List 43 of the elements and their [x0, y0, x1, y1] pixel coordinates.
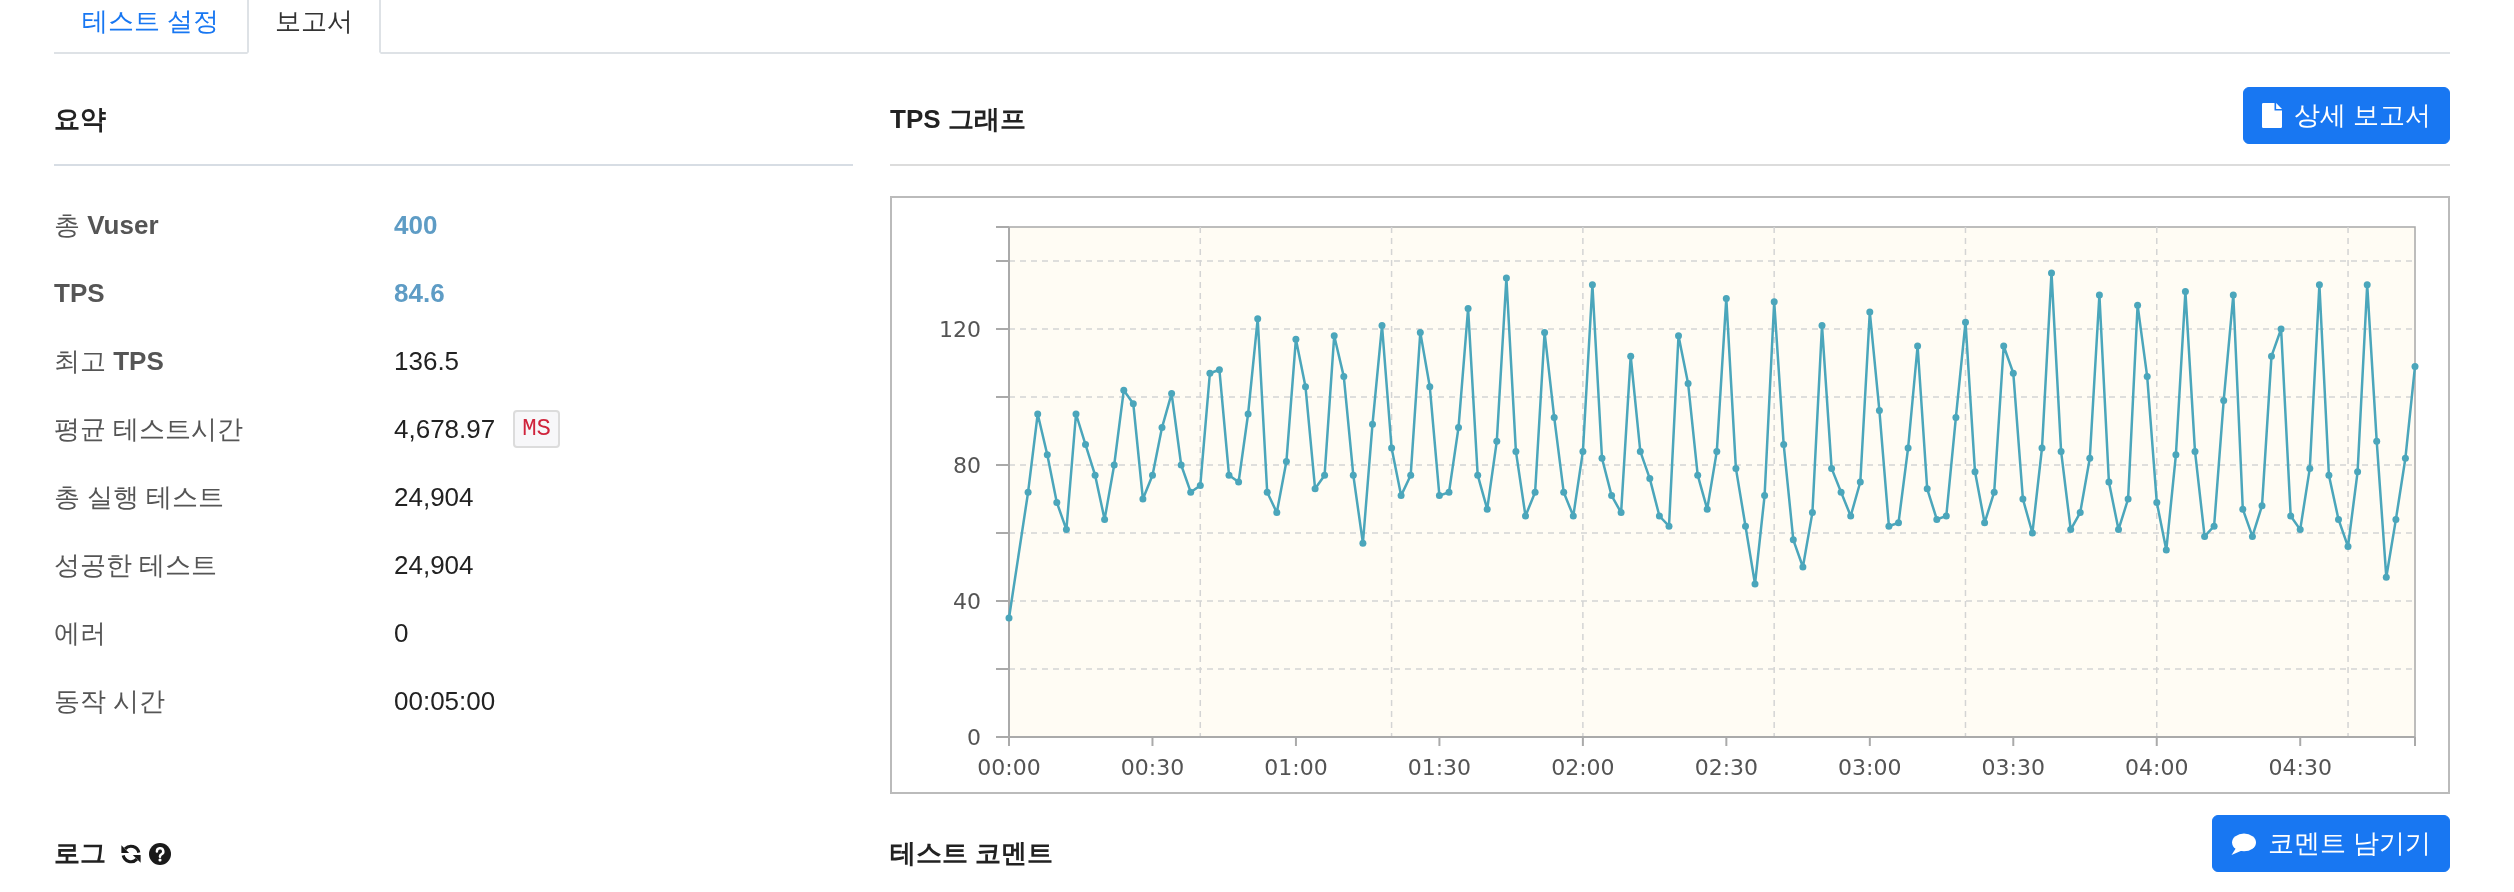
summary-label: 에러: [54, 616, 107, 650]
x-tick-label: 00:00: [977, 755, 1041, 780]
section-title: 테스트 코멘트: [890, 837, 1054, 870]
summary-label: 성공한 테스트: [54, 548, 219, 582]
x-tick-label: 01:00: [1264, 755, 1328, 780]
summary-value: 84.6: [394, 276, 445, 310]
summary-value: 400: [394, 208, 438, 242]
y-tick-label: 0: [967, 724, 981, 750]
summary-label: 동작 시간: [54, 684, 167, 718]
summary-value: 0: [394, 616, 409, 650]
file-icon: [2261, 102, 2282, 128]
section-title: 로그: [54, 837, 106, 870]
x-tick-label: 01:30: [1407, 755, 1472, 780]
summary-label: 총 Vuser: [54, 208, 160, 242]
detail-report-button[interactable]: 상세 보고서: [2242, 86, 2450, 144]
leave-comment-button[interactable]: 코멘트 남기기: [2211, 815, 2450, 872]
summary-value: 136.5: [394, 344, 460, 378]
x-tick-label: 04:30: [2268, 755, 2332, 780]
summary-label: TPS: [54, 276, 106, 310]
section-title: 요약: [54, 104, 106, 136]
x-tick-label: 02:00: [1551, 755, 1615, 780]
summary-label: 총 실행 테스트: [54, 480, 226, 514]
x-tick-label: 04:00: [2125, 755, 2189, 780]
unit-tag: MS: [513, 410, 561, 448]
y-tick-label: 120: [939, 316, 981, 342]
section-title: TPS 그래프: [890, 104, 1026, 136]
tab[interactable]: 보고서: [247, 0, 382, 54]
summary-value: 4,678.97: [394, 412, 496, 446]
refresh-icon[interactable]: [120, 842, 142, 865]
x-tick-label: 03:00: [1838, 755, 1902, 780]
summary-value: 24,904: [394, 548, 474, 582]
x-tick-label: 03:30: [1981, 755, 2045, 780]
summary-label: 최고 TPS: [54, 344, 165, 378]
x-tick-label: 02:30: [1694, 755, 1759, 780]
y-tick-label: 40: [953, 588, 981, 614]
summary-value: 00:05:00: [394, 684, 496, 718]
y-tick-label: 80: [953, 452, 981, 478]
speech-bubble-icon: [2230, 832, 2256, 855]
tab[interactable]: 테스트 설정: [54, 0, 248, 54]
x-tick-label: 00:30: [1120, 755, 1185, 780]
summary-value: 24,904: [394, 480, 474, 514]
summary-label: 평균 테스트시간: [54, 412, 245, 446]
help-icon[interactable]: [149, 842, 171, 865]
